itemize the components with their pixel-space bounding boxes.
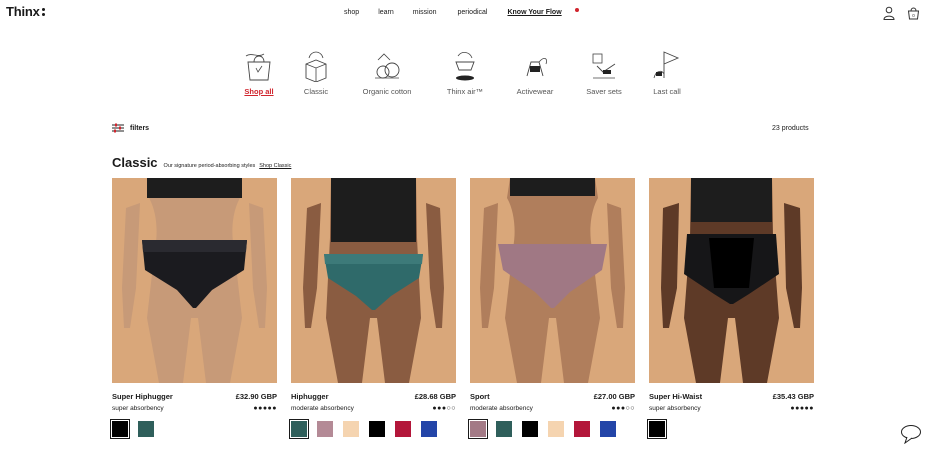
- category-label: Activewear: [516, 87, 554, 96]
- absorbency-drops-icon: ●●●●●: [253, 405, 277, 412]
- svg-text:0: 0: [912, 13, 915, 18]
- color-swatch-red[interactable]: [395, 421, 411, 437]
- category-label: Last call: [653, 87, 681, 96]
- color-swatches: [468, 419, 635, 439]
- product-name[interactable]: Hiphugger: [291, 392, 329, 401]
- category-thinx-air[interactable]: Thinx air™: [442, 48, 488, 96]
- product-count: 23 products: [772, 125, 809, 132]
- category-shop-all[interactable]: Shop all: [241, 48, 277, 96]
- filters-button[interactable]: filters: [112, 123, 149, 133]
- color-swatches: [289, 419, 456, 439]
- color-swatch-black[interactable]: [647, 419, 667, 439]
- color-swatches: [647, 419, 814, 439]
- category-classic[interactable]: Classic: [299, 48, 333, 96]
- category-label: Thinx air™: [446, 87, 484, 96]
- product-info: Sport £27.00 GBP: [470, 392, 635, 401]
- category-label: Organic cotton: [362, 87, 412, 96]
- nav-know-your-flow[interactable]: Know Your Flow: [507, 9, 561, 16]
- product-meta: moderate absorbency ●●●○○: [291, 405, 456, 412]
- color-swatch-red[interactable]: [574, 421, 590, 437]
- box-illustration-icon: [305, 51, 327, 82]
- category-saver-sets[interactable]: Saver sets: [582, 48, 626, 96]
- color-swatch-nude[interactable]: [548, 421, 564, 437]
- product-card[interactable]: Super Hiphugger £32.90 GBP super absorbe…: [110, 178, 277, 439]
- product-info: Super Hi-Waist £35.43 GBP: [649, 392, 814, 401]
- logo-text: Thinx: [6, 4, 40, 19]
- color-swatch-blue[interactable]: [600, 421, 616, 437]
- product-image[interactable]: [649, 178, 814, 383]
- category-label: Saver sets: [586, 87, 622, 96]
- product-image[interactable]: [470, 178, 635, 383]
- category-label: Classic: [303, 87, 329, 96]
- flag-illustration-icon: [653, 51, 680, 79]
- activewear-illustration-icon: [526, 58, 547, 77]
- product-card[interactable]: Sport £27.00 GBP moderate absorbency ●●●…: [468, 178, 635, 439]
- product-meta: super absorbency ●●●●●: [112, 405, 277, 412]
- product-card[interactable]: Super Hi-Waist £35.43 GBP super absorben…: [647, 178, 814, 439]
- product-info: Super Hiphugger £32.90 GBP: [112, 392, 277, 401]
- product-price: £27.00 GBP: [593, 392, 635, 401]
- saver-sets-illustration-icon: [592, 53, 616, 79]
- color-swatch-black[interactable]: [369, 421, 385, 437]
- product-price: £28.68 GBP: [414, 392, 456, 401]
- category-nav: Shop all Classic Organic cotton Thinx ai…: [0, 48, 935, 104]
- product-absorbency: super absorbency: [649, 405, 701, 412]
- section-subtitle: Our signature period-absorbing styles: [163, 163, 256, 169]
- absorbency-drops-icon: ●●●●●: [790, 405, 814, 412]
- thinx-logo[interactable]: Thinx: [6, 4, 45, 19]
- product-card[interactable]: Hiphugger £28.68 GBP moderate absorbency…: [289, 178, 456, 439]
- product-absorbency: super absorbency: [112, 405, 164, 412]
- air-illustration-icon: [455, 52, 475, 81]
- color-swatch-teal[interactable]: [138, 421, 154, 437]
- flow-pin-icon: [575, 8, 579, 12]
- logo-dots-icon: [41, 7, 45, 17]
- user-icon[interactable]: [883, 6, 895, 20]
- product-info: Hiphugger £28.68 GBP: [291, 392, 456, 401]
- product-image[interactable]: [291, 178, 456, 383]
- chat-icon[interactable]: [900, 424, 922, 444]
- color-swatch-mauve[interactable]: [468, 419, 488, 439]
- absorbency-drops-icon: ●●●○○: [611, 405, 635, 412]
- color-swatch-black[interactable]: [522, 421, 538, 437]
- product-name[interactable]: Sport: [470, 392, 490, 401]
- color-swatch-blue[interactable]: [421, 421, 437, 437]
- shopping-bag-illustration-icon: [245, 53, 271, 81]
- category-label: Shop all: [244, 87, 274, 96]
- color-swatch-teal[interactable]: [289, 419, 309, 439]
- color-swatch-black[interactable]: [110, 419, 130, 439]
- product-price: £35.43 GBP: [772, 392, 814, 401]
- nav-learn[interactable]: learn: [378, 9, 394, 16]
- collection-heading: Classic Our signature period-absorbing s…: [112, 155, 291, 170]
- color-swatch-mauve[interactable]: [317, 421, 333, 437]
- color-swatch-teal[interactable]: [496, 421, 512, 437]
- nav-shop[interactable]: shop: [344, 9, 359, 16]
- product-name[interactable]: Super Hiphugger: [112, 392, 173, 401]
- product-meta: super absorbency ●●●●●: [649, 405, 814, 412]
- color-swatch-nude[interactable]: [343, 421, 359, 437]
- cotton-illustration-icon: [375, 53, 400, 79]
- sliders-icon: [112, 123, 124, 133]
- cart-icon[interactable]: 0: [907, 6, 920, 20]
- category-last-call[interactable]: Last call: [649, 48, 685, 96]
- site-header: Thinx shop learn mission periodical Know…: [0, 0, 935, 26]
- section-title: Classic: [112, 155, 158, 170]
- product-image[interactable]: [112, 178, 277, 383]
- shop-classic-link[interactable]: Shop Classic: [259, 163, 291, 169]
- product-absorbency: moderate absorbency: [291, 405, 354, 412]
- nav-periodical[interactable]: periodical: [458, 9, 488, 16]
- product-absorbency: moderate absorbency: [470, 405, 533, 412]
- product-price: £32.90 GBP: [235, 392, 277, 401]
- product-name[interactable]: Super Hi-Waist: [649, 392, 702, 401]
- color-swatches: [110, 419, 277, 439]
- product-meta: moderate absorbency ●●●○○: [470, 405, 635, 412]
- nav-mission[interactable]: mission: [413, 9, 437, 16]
- main-nav: shop learn mission periodical Know Your …: [344, 9, 562, 16]
- filters-label: filters: [130, 124, 150, 132]
- absorbency-drops-icon: ●●●○○: [432, 405, 456, 412]
- category-organic-cotton[interactable]: Organic cotton: [356, 48, 418, 96]
- category-activewear[interactable]: Activewear: [511, 48, 559, 96]
